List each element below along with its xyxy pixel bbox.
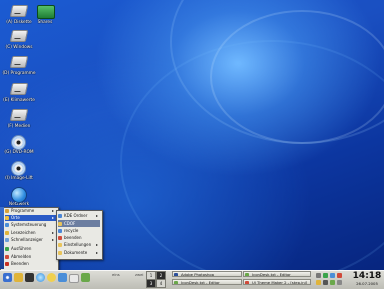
start-menu-sidebar: [0, 207, 4, 269]
desktop-name-1[interactable]: eins: [112, 272, 120, 277]
desktop-icon-label: (C) Windows: [5, 45, 33, 50]
photoshop-icon: [174, 273, 178, 276]
desktop-icon-drive-e[interactable]: (E) Klimawerte: [2, 83, 36, 103]
hard-drive-icon: [9, 83, 29, 97]
editor-icon: [245, 273, 249, 276]
places-icon: [5, 216, 9, 220]
terminal-icon[interactable]: [25, 273, 34, 282]
tray-power-icon[interactable]: [323, 280, 328, 285]
clock-date: 26.07.2005: [356, 281, 378, 286]
hard-drive-icon: [9, 109, 29, 123]
pager-desktop-4[interactable]: 4: [156, 279, 166, 288]
chevron-right-icon: ▸: [95, 213, 98, 218]
pager-desktop-3[interactable]: 3: [146, 279, 156, 288]
desktop-icon-network[interactable]: Netzwerk: [2, 187, 36, 207]
desktop-icon-label: (G) DVD-ROM: [4, 150, 34, 155]
tray-clipboard-icon[interactable]: [330, 273, 335, 278]
logout-icon: [5, 255, 9, 259]
mail-icon[interactable]: [69, 274, 79, 283]
control-panel-icon: [5, 223, 9, 227]
network-share-icon: [37, 5, 55, 19]
browser-icon[interactable]: [36, 273, 45, 282]
submenu-item-kde-ordner[interactable]: KDE Ordner ▸: [58, 212, 100, 219]
desktop-icon-dvd[interactable]: (G) DVD-ROM: [2, 135, 36, 155]
editor-icon[interactable]: [81, 273, 90, 282]
chevron-right-icon: ▸: [51, 215, 54, 220]
shutdown-icon: [5, 262, 9, 266]
desktop-name-2[interactable]: zwei: [135, 272, 144, 277]
start-menu-item-systemsteuerung[interactable]: Systemsteuerung: [5, 222, 56, 228]
tray-network-icon[interactable]: [323, 273, 328, 278]
settings-folder-icon: [58, 243, 62, 247]
task-icondesk-editor-1[interactable]: IconDesk.txt - Editor: [172, 279, 242, 285]
folder-icon: [58, 214, 62, 218]
submenu-item-recycle[interactable]: recycle: [58, 227, 100, 234]
folder-icon: [58, 222, 62, 226]
task-icondesk-editor-2[interactable]: IconDesk.txt - Editor: [243, 271, 311, 277]
submenu-item-cdof[interactable]: CDOF: [58, 220, 100, 227]
chevron-right-icon: ▸: [51, 208, 54, 213]
quickbrowser-icon: [5, 238, 9, 242]
documents-folder-icon: [58, 251, 62, 255]
chevron-right-icon: ▸: [95, 250, 98, 255]
start-menu-item-orte[interactable]: Orte ▸: [5, 215, 56, 221]
editor-icon: [174, 281, 178, 284]
submenu-item-einstellungen[interactable]: Einstellungen ▸: [58, 241, 100, 248]
desktop-icon-image-lift[interactable]: (I) Image-Lift: [2, 161, 36, 181]
desktop-icon-label: (D) Programme: [2, 71, 36, 76]
tray-volume-icon[interactable]: [316, 273, 321, 278]
start-menu-item-abmelden[interactable]: Abmelden: [5, 254, 56, 260]
desktop-icon-label: Shares: [37, 20, 53, 25]
bookmarks-icon: [5, 231, 9, 235]
submenu-item-dokumente[interactable]: Dokumente ▸: [58, 249, 100, 256]
theme-maker-icon: [245, 281, 249, 284]
run-icon: [5, 247, 9, 251]
clock-time: 14:18: [352, 271, 382, 281]
network-globe-icon: [11, 187, 27, 203]
help-icon[interactable]: [47, 273, 56, 282]
tray-chat-icon[interactable]: [330, 280, 335, 285]
desktop-icon-label: (I) Image-Lift: [5, 176, 33, 181]
chevron-right-icon: ▸: [51, 230, 54, 235]
desktop-icon-drive-f[interactable]: (F) Medien: [2, 109, 36, 129]
desktop-icon-shares[interactable]: Shares: [28, 5, 62, 25]
hard-drive-icon: [9, 56, 29, 70]
chevron-right-icon: ▸: [51, 237, 54, 242]
floppy-drive-icon: [9, 5, 29, 19]
desktop-icon-label: (F) Medien: [7, 124, 31, 129]
start-menu-item-schnellanzeiger[interactable]: Schnellanzeiger ▸: [5, 237, 56, 243]
control-center-icon[interactable]: [58, 273, 67, 282]
start-menu-item-programme[interactable]: Programme ▸: [5, 208, 56, 214]
cd-icon: [11, 161, 27, 176]
clock[interactable]: 14:18 26.07.2005: [352, 270, 382, 288]
desktop-icon-label: (E) Klimawerte: [3, 98, 35, 103]
tray-update-icon[interactable]: [316, 280, 321, 285]
tray-keyboard-icon[interactable]: [337, 273, 342, 278]
submenu-item-beenden[interactable]: beenden: [58, 234, 100, 241]
desktop-icon-drive-c[interactable]: (C) Windows: [2, 30, 36, 50]
kde-menu-icon[interactable]: [3, 273, 12, 282]
desktop-icon-drive-d[interactable]: (D) Programme: [2, 56, 36, 76]
tray-printer-icon[interactable]: [337, 280, 342, 285]
start-menu-item-ausfuehren[interactable]: Ausführen: [5, 246, 56, 252]
home-folder-icon[interactable]: [14, 273, 23, 282]
programs-icon: [5, 209, 9, 213]
recycle-icon: [58, 229, 62, 233]
chevron-right-icon: ▸: [95, 242, 98, 247]
task-ui-theme-maker[interactable]: Ul Theme Maker 2 - [step.ini]: [243, 279, 311, 285]
folder-icon: [58, 236, 62, 240]
dvd-icon: [11, 135, 27, 150]
hard-drive-icon: [9, 30, 29, 44]
start-menu-item-beenden[interactable]: Beenden: [5, 261, 56, 267]
task-adobe-photoshop[interactable]: Adobe Photoshop: [172, 271, 242, 277]
start-menu-item-lesezeichen[interactable]: Lesezeichen ▸: [5, 230, 56, 236]
